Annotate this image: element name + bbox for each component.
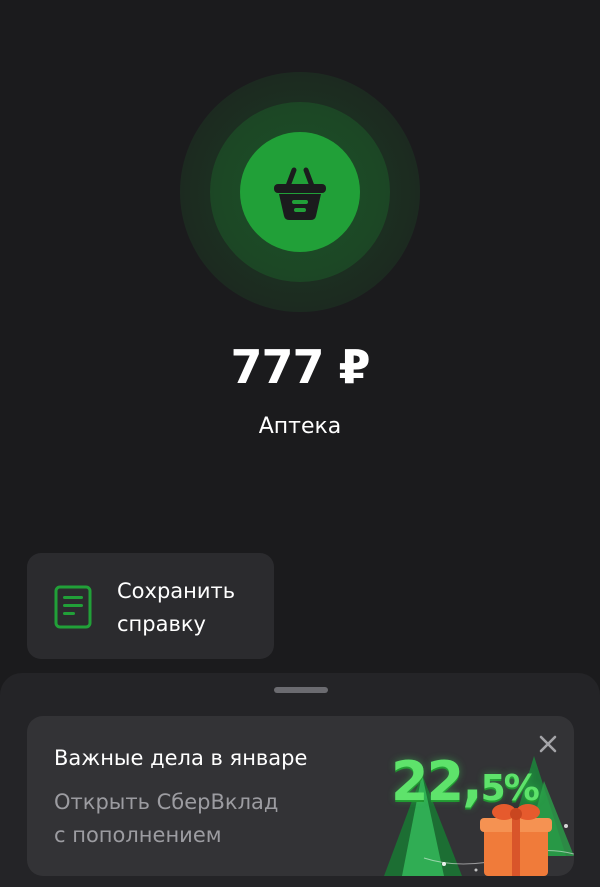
document-icon [54, 585, 92, 629]
icon-circle [240, 132, 360, 252]
promo-banner[interactable]: Важные дела в январе Открыть СберВклад с… [27, 716, 574, 876]
category-icon-badge [180, 72, 420, 312]
promo-subtitle: Открыть СберВклад с пополнением [54, 790, 279, 847]
save-receipt-label: Сохранить справку [117, 579, 236, 636]
promo-rate: 22,5% [391, 750, 540, 813]
save-receipt-button[interactable]: Сохранить справку [27, 553, 274, 659]
transaction-details-screen: 777 ₽ Аптека Сохранить справку Важные де… [0, 0, 600, 887]
bottom-sheet: Важные дела в январе Открыть СберВклад с… [0, 673, 600, 887]
promo-rate-main: 22, [391, 750, 483, 813]
promo-rate-small: 5% [480, 768, 540, 809]
promo-title: Важные дела в январе [54, 746, 308, 770]
merchant-name: Аптека [258, 414, 342, 439]
transaction-amount: 777 ₽ [230, 340, 370, 394]
sheet-drag-handle[interactable] [274, 687, 328, 693]
promo-close-button[interactable] [536, 732, 560, 756]
close-icon [539, 735, 557, 753]
shopping-basket-icon [274, 167, 326, 220]
